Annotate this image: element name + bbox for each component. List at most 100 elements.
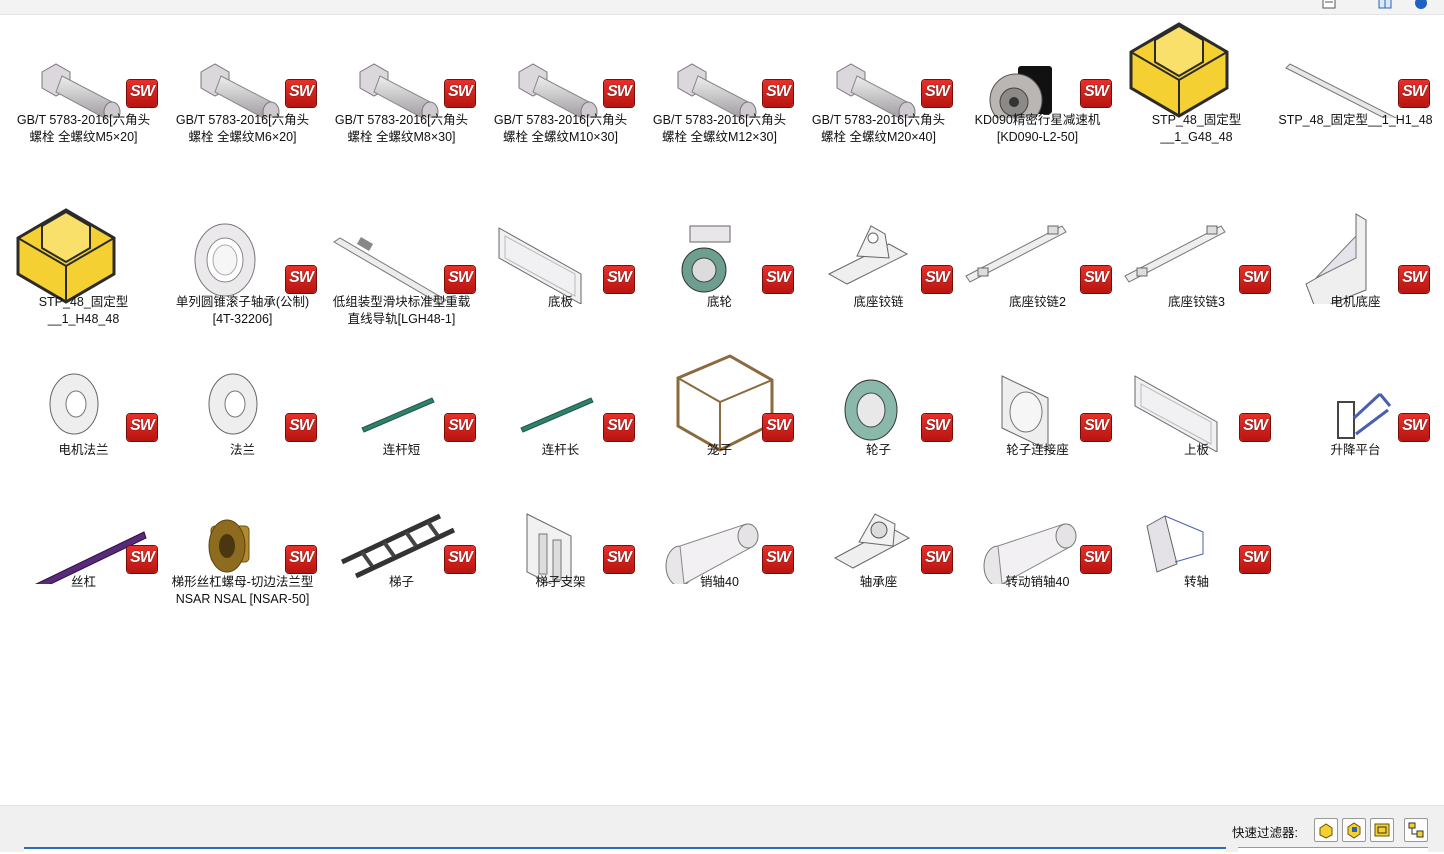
badge-text: SW [766, 417, 791, 434]
file-tile[interactable]: SW GB/T 5783-2016[六角头 螺栓 全螺纹M12×30] [640, 0, 799, 173]
file-tile[interactable]: SW GB/T 5783-2016[六角头 螺栓 全螺纹M20×40] [799, 0, 958, 173]
solidworks-badge-icon: SW [286, 414, 316, 441]
solidworks-badge-icon: SW [604, 546, 634, 573]
filter-parts-icon[interactable] [1314, 818, 1338, 842]
file-label: STP_48_固定型 __1_G48_48 [1151, 113, 1242, 144]
solidworks-badge-icon: SW [1081, 266, 1111, 293]
solidworks-badge-icon: SW [1240, 414, 1270, 441]
file-tile[interactable]: SW 丝杠 [4, 454, 163, 639]
solidworks-badge-icon: SW [127, 546, 157, 573]
file-tile[interactable]: SW 转动销轴40 [958, 454, 1117, 639]
solidworks-badge-icon: SW [1399, 80, 1429, 107]
file-label: GB/T 5783-2016[六角头 螺栓 全螺纹M8×30] [334, 113, 469, 144]
filter-top-level-icon[interactable] [1404, 818, 1428, 842]
file-label: GB/T 5783-2016[六角头 螺栓 全螺纹M20×40] [811, 113, 946, 144]
file-tile[interactable]: SW STP_48_固定型__1_H1_48 [1276, 0, 1435, 173]
badge-text: SW [130, 549, 155, 566]
badge-text: SW [289, 549, 314, 566]
badge-text: SW [289, 83, 314, 100]
badge-text: SW [766, 269, 791, 286]
file-label: 底轮 [706, 295, 732, 309]
file-label: 销轴40 [700, 575, 739, 589]
file-tile[interactable]: SW 轴承座 [799, 454, 958, 639]
badge-text: SW [1084, 549, 1109, 566]
file-tile[interactable]: SW GB/T 5783-2016[六角头 螺栓 全螺纹M8×30] [322, 0, 481, 173]
file-label: 梯形丝杠螺母-切边法兰型 NSAR NSAL [NSAR-50] [171, 575, 314, 606]
solidworks-badge-icon: SW [1081, 414, 1111, 441]
solidworks-badge-icon: SW [922, 414, 952, 441]
filter-assemblies-icon[interactable] [1342, 818, 1366, 842]
file-thumbnail-grid: SW GB/T 5783-2016[六角头 螺栓 全螺纹M5×20] SW GB/T … [0, 0, 1444, 805]
step-file-icon [4, 174, 163, 304]
badge-text: SW [925, 269, 950, 286]
file-label: GB/T 5783-2016[六角头 螺栓 全螺纹M12×30] [652, 113, 787, 144]
solidworks-badge-icon: SW [286, 546, 316, 573]
badge-text: SW [1084, 83, 1109, 100]
file-tile[interactable]: SW 梯形丝杠螺母-切边法兰型 NSAR NSAL [NSAR-50] [163, 454, 322, 639]
solidworks-badge-icon: SW [1081, 80, 1111, 107]
solidworks-badge-icon: SW [286, 266, 316, 293]
solidworks-badge-icon: SW [922, 80, 952, 107]
solidworks-badge-icon: SW [1399, 414, 1429, 441]
file-label: 转轴 [1183, 575, 1209, 589]
badge-text: SW [1402, 83, 1427, 100]
badge-text: SW [1402, 417, 1427, 434]
solidworks-badge-icon: SW [604, 80, 634, 107]
badge-text: SW [448, 417, 473, 434]
solidworks-badge-icon: SW [445, 546, 475, 573]
file-label: GB/T 5783-2016[六角头 螺栓 全螺纹M6×20] [175, 113, 310, 144]
file-label: 底板 [547, 295, 573, 309]
badge-text: SW [1243, 417, 1268, 434]
file-label: STP_48_固定型__1_H1_48 [1278, 113, 1433, 127]
file-tile[interactable]: STP_48_固定型 __1_G48_48 [1117, 0, 1276, 173]
file-label: 电机底座 [1330, 295, 1381, 309]
solidworks-badge-icon: SW [604, 414, 634, 441]
solidworks-badge-icon: SW [1240, 546, 1270, 573]
solidworks-badge-icon: SW [445, 266, 475, 293]
file-tile[interactable]: SW 升降平台 [1276, 322, 1435, 507]
file-label: 转动销轴40 [1005, 575, 1070, 589]
file-label: KD090精密行星减速机 [KD090-L2-50] [974, 113, 1101, 144]
badge-text: SW [1243, 269, 1268, 286]
file-label: 梯子支架 [535, 575, 586, 589]
badge-text: SW [766, 549, 791, 566]
badge-text: SW [130, 83, 155, 100]
file-tile[interactable]: SW 转轴 [1117, 454, 1276, 639]
file-tile[interactable]: SW GB/T 5783-2016[六角头 螺栓 全螺纹M6×20] [163, 0, 322, 173]
badge-text: SW [925, 549, 950, 566]
file-tile[interactable]: SW KD090精密行星减速机 [KD090-L2-50] [958, 0, 1117, 173]
solidworks-badge-icon: SW [286, 80, 316, 107]
file-label: 丝杠 [70, 575, 96, 589]
file-tile[interactable]: SW 梯子 [322, 454, 481, 639]
badge-text: SW [448, 549, 473, 566]
badge-text: SW [289, 269, 314, 286]
badge-text: SW [289, 417, 314, 434]
badge-text: SW [448, 83, 473, 100]
file-label: GB/T 5783-2016[六角头 螺栓 全螺纹M5×20] [16, 113, 151, 144]
badge-text: SW [448, 269, 473, 286]
filter-drawings-icon[interactable] [1370, 818, 1394, 842]
badge-text: SW [925, 417, 950, 434]
solidworks-badge-icon: SW [604, 266, 634, 293]
solidworks-badge-icon: SW [763, 414, 793, 441]
file-label: 梯子 [388, 575, 414, 589]
file-tile[interactable]: SW GB/T 5783-2016[六角头 螺栓 全螺纹M5×20] [4, 0, 163, 173]
file-label: 轴承座 [859, 575, 898, 589]
solidworks-badge-icon: SW [922, 546, 952, 573]
file-label: 底座铰链2 [1009, 295, 1066, 309]
badge-text: SW [1402, 269, 1427, 286]
badge-text: SW [130, 417, 155, 434]
file-tile[interactable]: SW 销轴40 [640, 454, 799, 639]
solidworks-badge-icon: SW [763, 266, 793, 293]
file-label: GB/T 5783-2016[六角头 螺栓 全螺纹M10×30] [493, 113, 628, 144]
badge-text: SW [1084, 269, 1109, 286]
solidworks-badge-icon: SW [445, 414, 475, 441]
badge-text: SW [607, 549, 632, 566]
solidworks-badge-icon: SW [1399, 266, 1429, 293]
badge-text: SW [1243, 549, 1268, 566]
quick-filter-label: 快速过滤器: [1232, 826, 1298, 840]
badge-text: SW [607, 417, 632, 434]
solidworks-badge-icon: SW [445, 80, 475, 107]
file-tile[interactable]: SW 梯子支架 [481, 454, 640, 639]
file-tile[interactable]: SW GB/T 5783-2016[六角头 螺栓 全螺纹M10×30] [481, 0, 640, 173]
